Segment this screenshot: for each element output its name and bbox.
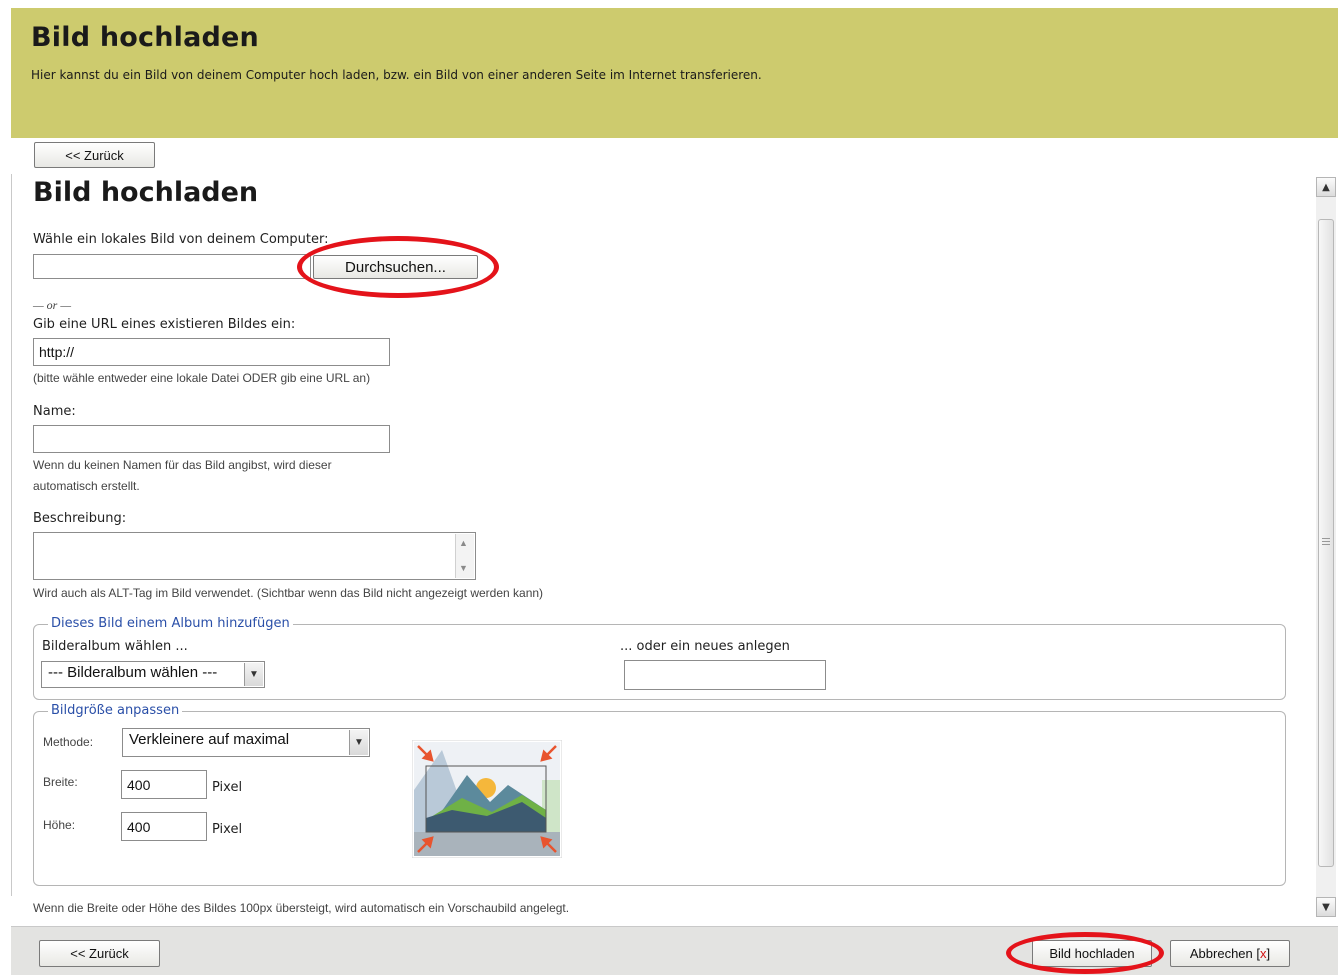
height-input[interactable]	[121, 812, 207, 841]
method-select[interactable]: Verkleinere auf maximal ▼	[122, 728, 370, 757]
resize-legend: Bildgröße anpassen	[48, 703, 183, 718]
name-label: Name:	[33, 404, 76, 419]
header-subtitle: Hier kannst du ein Bild von deinem Compu…	[31, 68, 762, 82]
url-hint: (bitte wähle entweder eine lokale Datei …	[33, 371, 371, 385]
width-input[interactable]	[121, 770, 207, 799]
album-new-label: ... oder ein neues anlegen	[620, 639, 790, 654]
album-new-input[interactable]	[624, 660, 826, 690]
description-textarea[interactable]: ▲ ▼	[33, 532, 476, 580]
method-label: Methode:	[43, 735, 94, 749]
file-path-input[interactable]	[33, 254, 311, 279]
width-label: Breite:	[43, 775, 78, 789]
chevron-down-icon[interactable]: ▼	[244, 663, 263, 686]
name-hint-line1: Wenn du keinen Namen für das Bild angibs…	[33, 458, 332, 472]
height-label: Höhe:	[43, 818, 76, 832]
scroll-thumb[interactable]	[1318, 219, 1334, 867]
album-select-value: --- Bilderalbum wählen ---	[48, 664, 218, 681]
height-unit: Pixel	[212, 822, 243, 837]
image-resize-icon	[412, 740, 562, 858]
scroll-down-icon[interactable]: ▼	[1316, 897, 1336, 917]
back-button-bottom[interactable]: << Zurück	[39, 940, 160, 967]
textarea-scrollbar[interactable]: ▲ ▼	[455, 534, 474, 578]
header-title: Bild hochladen	[31, 22, 259, 53]
chevron-down-icon[interactable]: ▼	[349, 730, 368, 755]
textarea-up-arrow-icon[interactable]: ▲	[459, 538, 468, 548]
local-file-label: Wähle ein lokales Bild von deinem Comput…	[33, 232, 329, 247]
highlight-browse	[297, 236, 499, 298]
album-choose-label: Bilderalbum wählen ...	[42, 639, 188, 654]
highlight-upload	[1006, 932, 1164, 974]
album-select[interactable]: --- Bilderalbum wählen --- ▼	[41, 661, 265, 688]
page-header: Bild hochladen Hier kannst du ein Bild v…	[11, 8, 1338, 138]
textarea-down-arrow-icon[interactable]: ▼	[459, 563, 468, 573]
album-legend: Dieses Bild einem Album hinzufügen	[48, 616, 293, 631]
description-label: Beschreibung:	[33, 511, 127, 526]
cancel-button[interactable]: Abbrechen [x]	[1170, 940, 1290, 967]
method-select-value: Verkleinere auf maximal	[129, 731, 290, 748]
description-hint: Wird auch als ALT-Tag im Bild verwendet.…	[33, 586, 544, 600]
name-input[interactable]	[33, 425, 390, 453]
width-unit: Pixel	[212, 780, 243, 795]
page-scrollbar[interactable]: ▲ ▼	[1316, 177, 1336, 917]
url-label: Gib eine URL eines existieren Bildes ein…	[33, 317, 296, 332]
cancel-bracket: ]	[1266, 946, 1271, 961]
name-hint-line2: automatisch erstellt.	[33, 479, 140, 493]
back-button-top[interactable]: << Zurück	[34, 142, 155, 168]
url-input[interactable]	[33, 338, 390, 366]
cancel-label: Abbrechen [	[1189, 946, 1260, 961]
top-toolbar	[11, 138, 1338, 174]
scroll-up-icon[interactable]: ▲	[1316, 177, 1336, 197]
page-title: Bild hochladen	[33, 177, 259, 208]
or-separator: — or —	[33, 298, 72, 312]
thumbnail-hint: Wenn die Breite oder Höhe des Bildes 100…	[33, 901, 570, 915]
